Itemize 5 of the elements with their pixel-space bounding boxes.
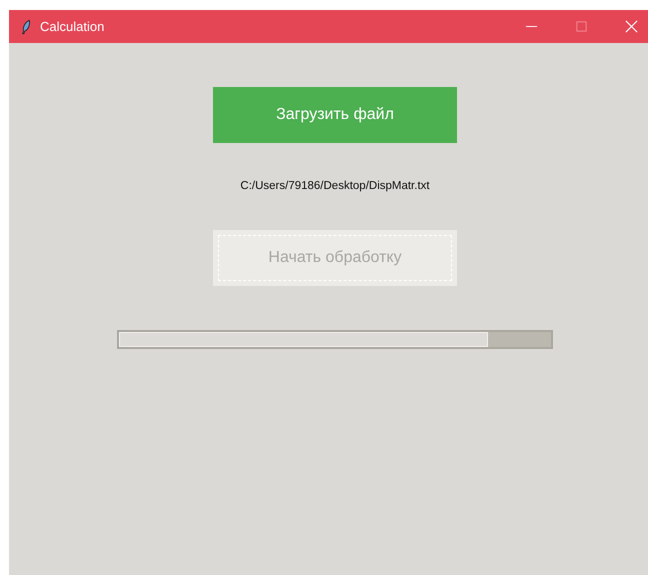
close-icon[interactable]: [625, 20, 638, 33]
window-title: Calculation: [40, 19, 104, 34]
load-file-button[interactable]: Загрузить файл: [213, 87, 457, 143]
feather-icon: [21, 18, 31, 34]
file-path: C:/Users/79186/Desktop/DispMatr.txt: [240, 180, 430, 194]
